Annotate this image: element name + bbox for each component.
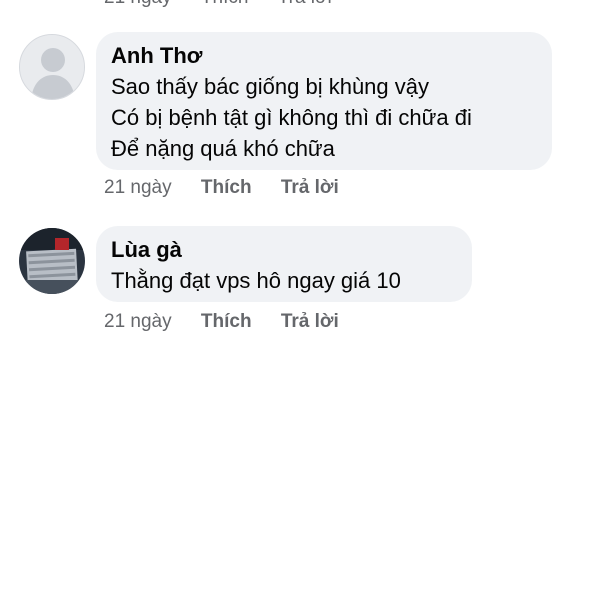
previous-comment-actions: 21 ngày Thích Trả lời — [104, 0, 332, 9]
comment-actions: 21 ngày Thích Trả lời — [104, 177, 339, 199]
comment-time: 21 ngày — [104, 311, 172, 332]
avatar[interactable] — [19, 34, 85, 100]
comment-time: 21 ngày — [104, 0, 172, 8]
comment-time: 21 ngày — [104, 177, 172, 198]
comment-line: Để nặng quá khó chữa — [111, 136, 335, 161]
comment-bubble: Lùa gà Thằng đạt vps hô ngay giá 10 — [96, 226, 472, 302]
comment-bubble: Anh Thơ Sao thấy bác giống bị khùng vậy … — [96, 32, 552, 170]
like-button[interactable]: Thích — [201, 0, 249, 8]
reply-button[interactable]: Trả lời — [281, 311, 339, 333]
profile-photo-icon — [19, 228, 85, 294]
comment-line: Sao thấy bác giống bị khùng vậy — [111, 74, 430, 99]
avatar[interactable] — [19, 228, 85, 294]
comment-actions: 21 ngày Thích Trả lời — [104, 311, 339, 333]
reply-button[interactable]: Trả lời — [281, 177, 339, 199]
comment-author[interactable]: Lùa gà — [111, 237, 457, 263]
comment-line: Có bị bệnh tật gì không thì đi chữa đi — [111, 105, 472, 130]
default-user-icon — [20, 35, 84, 99]
reply-button[interactable]: Trả lời — [278, 0, 332, 8]
like-button[interactable]: Thích — [201, 311, 252, 333]
comment-author[interactable]: Anh Thơ — [111, 43, 537, 69]
like-button[interactable]: Thích — [201, 177, 252, 199]
comment-line: Thằng đạt vps hô ngay giá 10 — [111, 268, 401, 293]
